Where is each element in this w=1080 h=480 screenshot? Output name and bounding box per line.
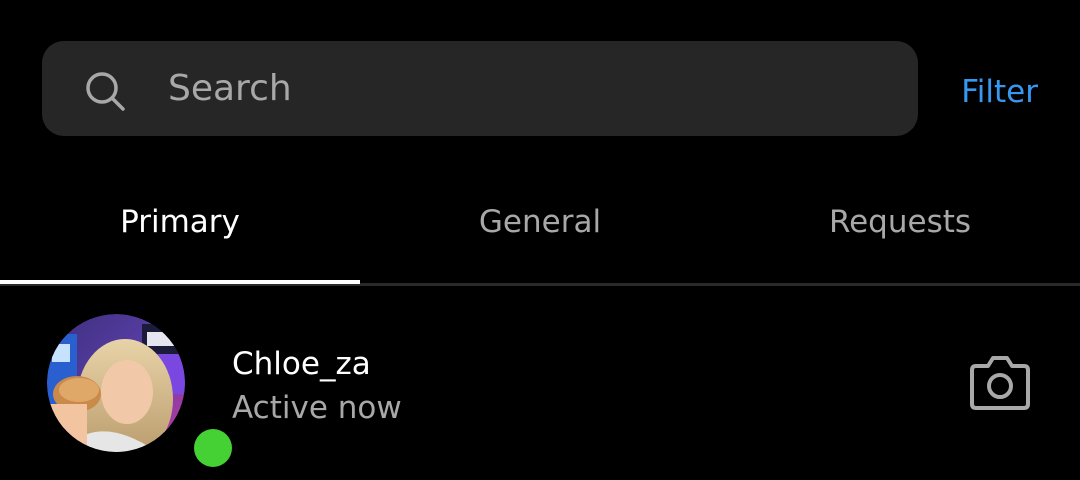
tab-requests[interactable]: Requests (720, 180, 1080, 285)
search-icon (86, 72, 125, 111)
avatar (47, 314, 185, 452)
conversation-row[interactable]: Chloe_za Active now (0, 300, 1080, 470)
avatar-container[interactable] (47, 314, 232, 467)
inbox-tabs: Primary General Requests (0, 180, 1080, 285)
conversation-username: Chloe_za (232, 346, 371, 382)
filter-button[interactable]: Filter (961, 70, 1038, 114)
direct-messages-screen: Filter Primary General Requests (0, 0, 1080, 480)
conversation-status: Active now (232, 390, 402, 426)
search-input[interactable] (168, 62, 868, 114)
tab-general[interactable]: General (360, 180, 720, 285)
camera-icon[interactable] (968, 352, 1032, 412)
active-tab-indicator (0, 280, 360, 284)
online-status-indicator (194, 429, 232, 467)
tab-primary[interactable]: Primary (0, 180, 360, 285)
